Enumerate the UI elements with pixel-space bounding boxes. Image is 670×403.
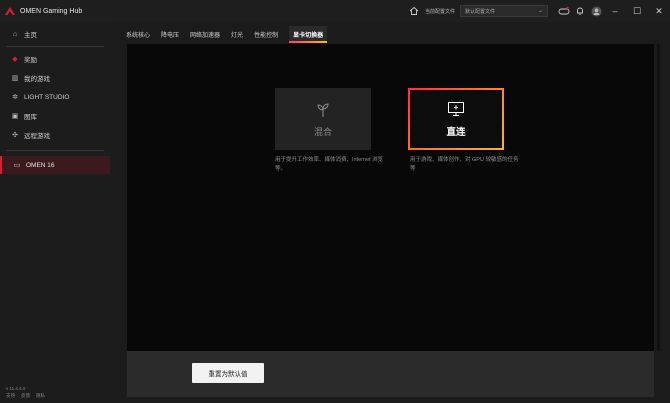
support-link[interactable]: 支持 (6, 393, 15, 399)
library-icon: ▥ (11, 75, 19, 82)
tab-network-booster[interactable]: 网络加速器 (190, 26, 220, 43)
omen-logo-icon (5, 7, 15, 15)
close-button[interactable]: ✕ (648, 0, 670, 22)
sidebar-item-light-studio[interactable]: ✲ LIGHT STUDIO (0, 88, 112, 106)
sidebar-item-label: LIGHT STUDIO (24, 93, 70, 101)
home-icon: ⌂ (12, 30, 18, 38)
tab-lighting[interactable]: 灯光 (231, 26, 243, 43)
scrollbar[interactable] (657, 44, 660, 351)
sidebar-item-home[interactable]: ⌂ 主页 (0, 25, 112, 43)
mode-card-mix[interactable]: 混合 (275, 88, 371, 150)
mode-card-direct[interactable]: 直连 (408, 88, 504, 150)
version-text: v 11.4.4.0 (6, 386, 26, 391)
tab-bar: 系统核心 降电压 网络加速器 灯光 性能控制 显卡切换器 (126, 24, 338, 44)
sidebar-divider (6, 150, 104, 151)
profile-select-value: 默认配置文件 (465, 8, 496, 15)
sidebar-item-label: 主页 (24, 32, 37, 39)
sidebar-item-device[interactable]: ▭ OMEN 16 (0, 156, 110, 174)
home-icon[interactable] (406, 3, 422, 19)
tab-undervolt[interactable]: 降电压 (161, 26, 179, 43)
content-panel: 混合 用于提升工作效率、媒体消费、Internet 浏览等。 直连 用于游戏、媒… (127, 44, 654, 351)
sidebar-item-my-games[interactable]: ▥ 我的游戏 (0, 69, 112, 87)
bottom-action-bar: 重置为默认值 (127, 351, 654, 397)
profile-label: 当前配置文件 (424, 8, 455, 15)
maximize-button[interactable]: ☐ (626, 0, 648, 22)
sidebar-item-label: 图库 (24, 114, 37, 121)
title-bar: OMEN Gaming Hub 当前配置文件 默认配置文件 ⌄ – ☐ ✕ (0, 0, 670, 22)
sidebar-item-gallery[interactable]: ▣ 图库 (0, 107, 112, 125)
bell-icon[interactable] (572, 3, 588, 19)
sidebar: ⌂ 主页 ◆ 奖励 ▥ 我的游戏 ✲ LIGHT STUDIO ▣ 图库 ✣ 远… (0, 22, 112, 403)
sidebar-item-label: 我的游戏 (24, 76, 50, 83)
app-title: OMEN Gaming Hub (20, 7, 83, 15)
mode-description-mix: 用于提升工作效率、媒体消费、Internet 浏览等。 (275, 157, 384, 172)
remote-play-icon: ✣ (12, 132, 18, 139)
reward-icon: ◆ (12, 56, 18, 63)
avatar[interactable] (588, 3, 604, 19)
privacy-link[interactable]: 隐私 (36, 393, 45, 399)
sidebar-item-rewards[interactable]: ◆ 奖励 (0, 50, 112, 68)
minimize-button[interactable]: – (604, 0, 626, 22)
tab-system-core[interactable]: 系统核心 (126, 26, 150, 43)
light-studio-icon: ✲ (12, 94, 18, 101)
profile-select[interactable]: 默认配置文件 ⌄ (460, 5, 548, 17)
reset-default-button[interactable]: 重置为默认值 (192, 363, 264, 383)
sidebar-item-label: 远程游戏 (24, 133, 50, 140)
sidebar-item-remote-play[interactable]: ✣ 远程游戏 (0, 126, 112, 144)
mode-label-direct: 直连 (446, 127, 466, 138)
sidebar-footer: v 11.4.4.0 支持 反馈 隐私 (6, 386, 45, 399)
tab-performance-control[interactable]: 性能控制 (254, 26, 278, 43)
device-label: OMEN 16 (26, 161, 55, 169)
mode-label-mix: 混合 (313, 126, 332, 137)
laptop-icon: ▭ (13, 162, 21, 169)
sprout-icon (314, 101, 332, 119)
controller-icon[interactable] (556, 3, 572, 19)
gallery-icon: ▣ (11, 113, 19, 120)
feedback-link[interactable]: 反馈 (21, 393, 30, 399)
chevron-down-icon: ⌄ (537, 8, 543, 14)
monitor-icon (447, 100, 465, 118)
mode-description-direct: 用于游戏、媒体创作、对 GPU 较敏感的任务等 (410, 157, 519, 172)
sidebar-divider (6, 46, 104, 47)
tab-graphics-switcher[interactable]: 显卡切换器 (289, 25, 328, 43)
sidebar-item-label: 奖励 (24, 57, 37, 64)
